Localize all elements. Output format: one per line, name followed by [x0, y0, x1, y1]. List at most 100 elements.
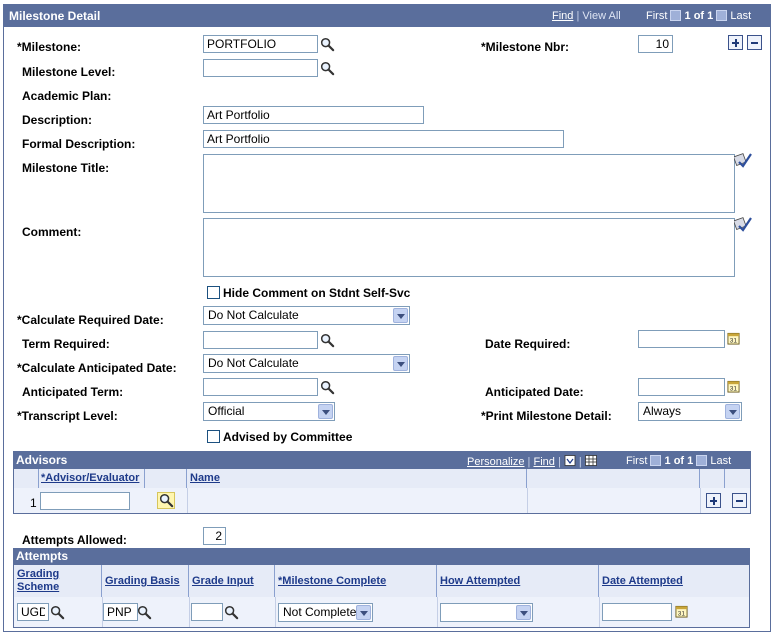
view-grid-icon[interactable] [584, 455, 597, 466]
chevron-down-icon [725, 404, 740, 419]
delete-advisor-row-button[interactable] [732, 493, 747, 508]
attempts-row: Not Complete [14, 597, 749, 627]
last-label: Last [730, 10, 752, 22]
calc-required-date-select[interactable]: Do Not Calculate [203, 306, 410, 325]
description-input[interactable] [203, 106, 424, 124]
transcript-level-select[interactable]: Official [203, 402, 335, 421]
comment-label: Comment: [22, 225, 82, 239]
advisors-spacer-column-header [527, 469, 700, 488]
print-milestone-detail-label: *Print Milestone Detail: [481, 409, 612, 423]
hide-comment-label: Hide Comment on Stdnt Self-Svc [223, 286, 411, 300]
grading-basis-column-header[interactable]: Grading Basis [102, 565, 189, 597]
term-required-lookup-icon[interactable] [320, 333, 335, 348]
chevron-down-icon [393, 356, 408, 371]
advisor-evaluator-input[interactable] [40, 492, 130, 510]
add-advisor-row-button[interactable] [706, 493, 721, 508]
advisors-first-arrow-icon[interactable] [650, 455, 662, 466]
add-milestone-button[interactable] [728, 35, 743, 50]
term-required-input[interactable] [203, 331, 318, 349]
milestone-title-textarea[interactable] [203, 154, 735, 213]
hide-comment-checkbox[interactable] [207, 286, 220, 299]
grade-input-lookup-icon[interactable] [224, 605, 239, 620]
anticipated-date-calendar-icon[interactable] [727, 380, 740, 393]
advisors-next-arrow-icon[interactable] [696, 455, 708, 466]
how-attempted-select[interactable] [440, 603, 533, 622]
date-attempted-calendar-icon[interactable] [675, 605, 688, 618]
advisors-lookup-column-header [145, 469, 187, 488]
milestone-lookup-icon[interactable] [320, 37, 335, 52]
formal-description-label: Formal Description: [22, 137, 136, 151]
milestone-nbr-label: *Milestone Nbr: [481, 40, 570, 54]
milestone-level-input[interactable] [203, 59, 318, 77]
grading-scheme-column-header[interactable]: Grading Scheme [14, 565, 102, 597]
advisors-first-label: First [626, 455, 648, 467]
calc-required-date-value: Do Not Calculate [208, 308, 299, 322]
view-all-link[interactable]: View All [582, 10, 620, 22]
milestone-title-label: Milestone Title: [22, 161, 110, 175]
advisors-delete-column-header [725, 469, 750, 488]
calc-anticipated-date-value: Do Not Calculate [208, 356, 299, 370]
anticipated-date-label: Anticipated Date: [485, 385, 584, 399]
milestone-complete-value: Not Complete [283, 605, 357, 619]
attempts-allowed-input[interactable] [203, 527, 226, 545]
milestone-nbr-input[interactable] [638, 35, 673, 53]
how-attempted-column-header[interactable]: How Attempted [437, 565, 599, 597]
formal-description-input[interactable] [203, 130, 564, 148]
advisor-lookup-icon [159, 493, 174, 508]
advisors-row: 1 [14, 488, 750, 513]
milestone-label: *Milestone: [17, 40, 82, 54]
grading-scheme-lookup-icon[interactable] [50, 605, 65, 620]
transcript-level-value: Official [208, 404, 245, 418]
calc-anticipated-date-select[interactable]: Do Not Calculate [203, 354, 410, 373]
date-required-input[interactable] [638, 330, 725, 348]
grading-scheme-input[interactable] [17, 603, 49, 621]
advisors-add-column-header [700, 469, 725, 488]
date-required-label: Date Required: [485, 337, 571, 351]
anticipated-date-input[interactable] [638, 378, 725, 396]
personalize-link[interactable]: Personalize [467, 456, 524, 468]
first-label: First [646, 10, 668, 22]
advised-by-committee-label: Advised by Committee [223, 430, 353, 444]
next-arrow-icon[interactable] [716, 10, 728, 21]
find-link[interactable]: Find [552, 10, 573, 22]
date-attempted-input[interactable] [602, 603, 672, 621]
date-attempted-column-header[interactable]: Date Attempted [599, 565, 749, 597]
row-counter: 1 of 1 [684, 10, 714, 22]
comment-spell-check-icon[interactable] [734, 216, 752, 232]
download-icon[interactable] [564, 455, 576, 466]
grading-basis-lookup-icon[interactable] [137, 605, 152, 620]
advisor-evaluator-column-header[interactable]: *Advisor/Evaluator [39, 469, 145, 488]
advisors-find-link[interactable]: Find [533, 456, 554, 468]
milestone-detail-header: Milestone Detail Find | View All First 1… [4, 5, 770, 27]
grade-input-column-header[interactable]: Grade Input [189, 565, 275, 597]
milestone-title-spell-check-icon[interactable] [734, 152, 752, 168]
delete-milestone-button[interactable] [747, 35, 762, 50]
milestone-detail-title: Milestone Detail [9, 9, 101, 23]
milestone-level-lookup-icon[interactable] [320, 61, 335, 76]
advisors-last-label: Last [710, 455, 732, 467]
advisors-title: Advisors [16, 453, 68, 467]
description-label: Description: [22, 113, 93, 127]
transcript-level-label: *Transcript Level: [17, 409, 118, 423]
date-required-calendar-icon[interactable] [727, 332, 740, 345]
anticipated-term-input[interactable] [203, 378, 318, 396]
anticipated-term-lookup-icon[interactable] [320, 380, 335, 395]
anticipated-term-label: Anticipated Term: [22, 385, 124, 399]
calc-required-date-label: *Calculate Required Date: [17, 313, 164, 327]
advised-by-committee-checkbox[interactable] [207, 430, 220, 443]
grade-input-input[interactable] [191, 603, 223, 621]
advisor-lookup-button[interactable] [157, 492, 175, 509]
grading-basis-input[interactable] [103, 603, 138, 621]
milestone-complete-select[interactable]: Not Complete [278, 603, 373, 622]
milestone-input[interactable] [203, 35, 318, 53]
print-milestone-detail-select[interactable]: Always [638, 402, 742, 421]
term-required-label: Term Required: [22, 337, 110, 351]
first-arrow-icon[interactable] [670, 10, 682, 21]
attempts-header: Attempts [14, 549, 749, 565]
name-column-header[interactable]: Name [187, 469, 527, 488]
milestone-complete-column-header[interactable]: *Milestone Complete [275, 565, 437, 597]
attempts-allowed-label: Attempts Allowed: [22, 533, 127, 547]
advisors-rownum-header [14, 469, 39, 488]
comment-textarea[interactable] [203, 218, 735, 277]
chevron-down-icon [393, 308, 408, 323]
